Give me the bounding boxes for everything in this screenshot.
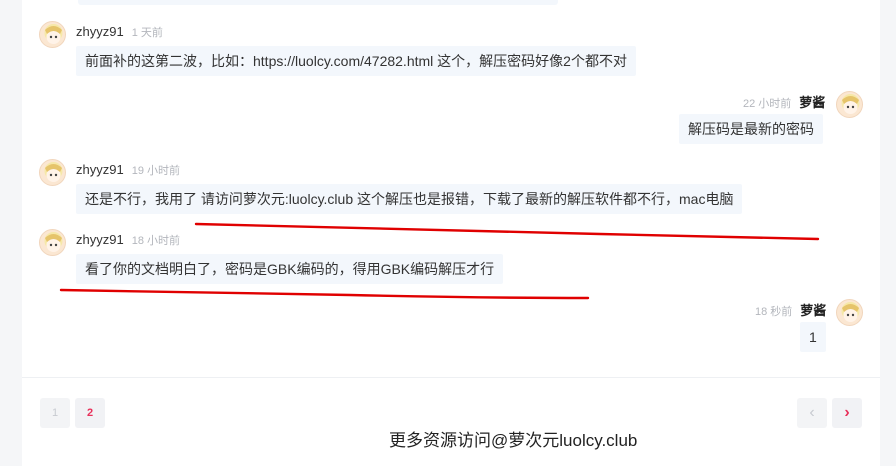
message-meta: zhyyz91 19 小时前 (76, 162, 180, 178)
comment-time: 18 秒前 (755, 306, 793, 318)
comment-username[interactable]: 萝酱 (799, 95, 825, 110)
comment-time: 22 小时前 (743, 98, 792, 110)
comment-username[interactable]: zhyyz91 (76, 232, 124, 247)
message-meta: 18 秒前 萝酱 (755, 300, 826, 319)
user-avatar-icon[interactable] (39, 159, 66, 186)
page-1-button[interactable]: 1 (40, 398, 70, 428)
previous-message-bubble (78, 0, 558, 5)
chevron-left-icon[interactable]: ‹ (797, 398, 827, 428)
watermark-text: 更多资源访问@萝次元luolcy.club (389, 431, 638, 450)
comment-bubble: 前面补的这第二波，比如：https://luolcy.com/47282.htm… (76, 46, 636, 76)
comment-time: 19 小时前 (131, 165, 180, 177)
message-meta: zhyyz91 18 小时前 (76, 232, 180, 248)
divider (22, 377, 880, 378)
comment-username[interactable]: 萝酱 (800, 303, 826, 318)
reply-bubble: 1 (800, 322, 826, 352)
reply-bubble: 解压码是最新的密码 (679, 114, 823, 144)
admin-avatar-icon[interactable] (836, 91, 863, 118)
chevron-right-icon[interactable]: › (832, 398, 862, 428)
comment-username[interactable]: zhyyz91 (76, 24, 124, 39)
admin-avatar-icon[interactable] (836, 299, 863, 326)
user-avatar-icon[interactable] (39, 21, 66, 48)
comment-time: 1 天前 (131, 27, 163, 39)
comment-bubble: 看了你的文档明白了，密码是GBK编码的，得用GBK编码解压才行 (76, 254, 504, 284)
message-meta: 22 小时前 萝酱 (743, 92, 825, 111)
page-2-button[interactable]: 2 (75, 398, 105, 428)
comment-time: 18 小时前 (131, 235, 180, 247)
user-avatar-icon[interactable] (39, 229, 66, 256)
message-meta: zhyyz91 1 天前 (76, 24, 163, 40)
comment-username[interactable]: zhyyz91 (76, 162, 124, 177)
comment-bubble: 还是不行，我用了 请访问萝次元:luolcy.club 这个解压也是报错，下载了… (76, 184, 743, 214)
